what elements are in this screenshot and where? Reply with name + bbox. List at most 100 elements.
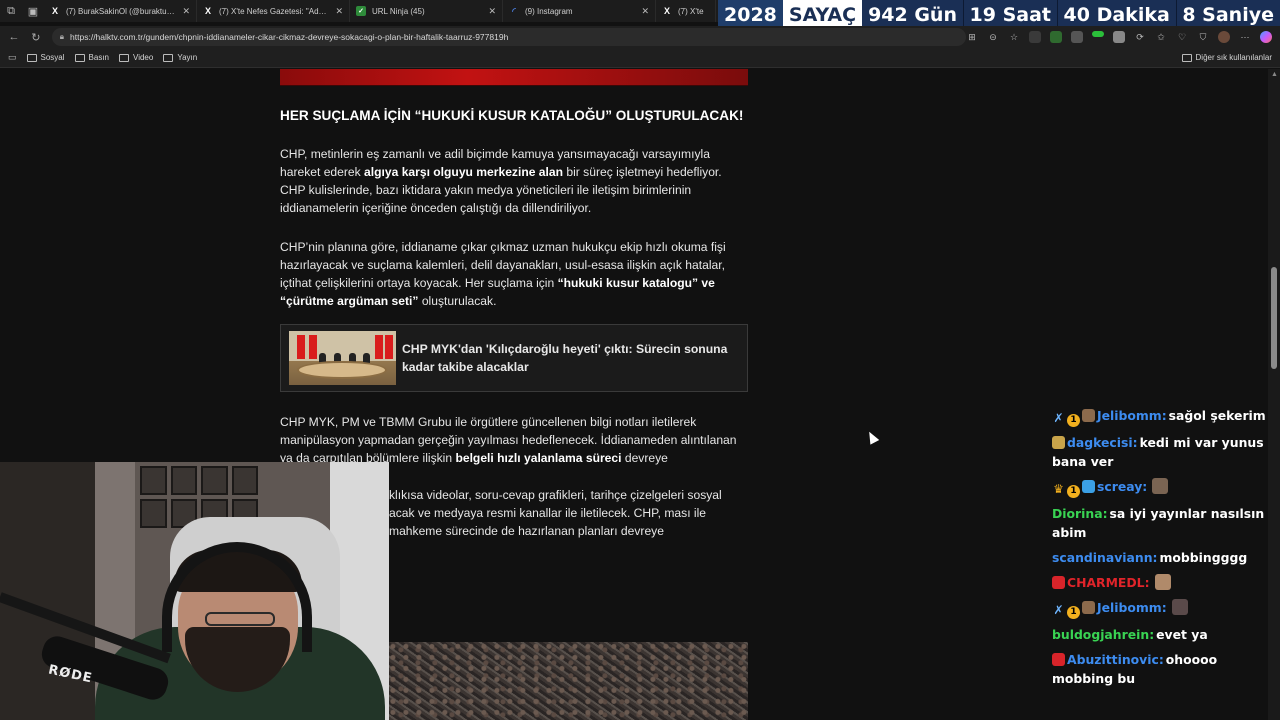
crown-badge-icon: ♛ xyxy=(1053,482,1064,496)
countdown-label: SAYAÇ xyxy=(782,0,863,29)
coin-badge-icon: 1 xyxy=(1067,485,1080,498)
chat-username: Jelibomm: xyxy=(1097,600,1167,615)
url-text[interactable]: https://halktv.com.tr/gundem/chpnin-iddi… xyxy=(70,32,508,42)
profile-avatar-icon[interactable] xyxy=(1218,31,1230,43)
tab-actions-icon[interactable]: ▣ xyxy=(22,0,44,22)
emote-icon xyxy=(1154,574,1171,590)
paragraph-text: oluşturulacak. xyxy=(418,293,497,308)
chat-message: scandinaviann: mobbingggg xyxy=(1052,548,1274,567)
chat-username: scandinaviann: xyxy=(1052,550,1158,565)
chat-message: Diorina: sa iyi yayınlar nasılsın abim xyxy=(1052,504,1274,542)
countdown-minutes: 40 Dakika xyxy=(1063,3,1170,26)
bookmark-folder-yayin[interactable]: Yayın xyxy=(163,53,197,62)
app-available-icon[interactable]: ⊞ xyxy=(966,31,978,43)
close-tab-icon[interactable]: ✕ xyxy=(488,6,496,17)
tab-x-buraksakinol[interactable]: X (7) BurakSakinOl (@buraktut_) / X ✕ xyxy=(44,0,197,22)
sword-badge-icon: ✗ xyxy=(1053,411,1064,425)
bookmark-folder-sosyal[interactable]: Sosyal xyxy=(26,53,65,62)
countdown-seconds: 8 Saniye xyxy=(1182,3,1274,26)
chat-message: Abuzittinovic: ohoooo mobbing bu xyxy=(1052,650,1274,688)
instagram-icon: ◜ xyxy=(512,5,516,16)
mouse-cursor xyxy=(864,429,880,445)
coin-badge-icon: 1 xyxy=(1067,606,1080,619)
bookmark-folder-basin[interactable]: Basın xyxy=(74,53,109,62)
emote-icon xyxy=(1152,478,1169,494)
paragraph-bold: belgeli hızlı yalanlama süreci xyxy=(455,451,622,465)
article-body: HER SUÇLAMA İÇİN “HUKUKİ KUSUR KATALOĞU”… xyxy=(280,107,748,331)
chat-message: ✗ 1 Jelibomm: sağol şekerim xyxy=(1052,406,1274,427)
section-heading: HER SUÇLAMA İÇİN “HUKUKİ KUSUR KATALOĞU”… xyxy=(280,108,744,123)
chat-username: Diorina: xyxy=(1052,506,1108,521)
webcam-overlay: RØDE xyxy=(0,462,389,720)
extension-icon[interactable] xyxy=(1071,31,1083,43)
extension-icon[interactable] xyxy=(1029,31,1041,43)
lock-icon[interactable]: 🔒︎ xyxy=(60,32,64,42)
folder-icon xyxy=(26,53,37,62)
tab-x-nefes[interactable]: X (7) X'te Nefes Gazetesi: "Adana... ✕ xyxy=(197,0,350,22)
extension-toolbar: ⊞ ⊝ ☆ ⟳ ✩ ♡ ⛉ ⋯ xyxy=(966,31,1272,43)
bookmark-label: Video xyxy=(133,53,154,62)
close-tab-icon[interactable]: ✕ xyxy=(182,6,190,17)
chat-username: dagkecisi: xyxy=(1067,435,1138,450)
tab-title: (7) X'te xyxy=(678,6,704,16)
copilot-icon[interactable] xyxy=(1260,31,1272,43)
related-article-thumbnail[interactable] xyxy=(289,331,396,385)
url-ninja-icon: ✓ xyxy=(356,6,366,16)
sword-badge-icon: ✗ xyxy=(1053,603,1064,617)
url-field[interactable]: 🔒︎ https://halktv.com.tr/gundem/chpnin-i… xyxy=(51,28,966,46)
related-article-card[interactable]: CHP MYK'dan 'Kılıçdaroğlu heyeti' çıktı:… xyxy=(280,324,748,392)
tracking-prevention-icon[interactable]: ⊝ xyxy=(987,31,999,43)
other-favorites[interactable]: Diğer sık kullanılanlar xyxy=(1181,53,1272,62)
chat-message: dagkecisi: kedi mi var yunus bana ver xyxy=(1052,433,1274,471)
more-menu-icon[interactable]: ⋯ xyxy=(1239,31,1251,43)
scroll-up-arrow-icon[interactable]: ▲ xyxy=(1271,71,1278,78)
folder-icon xyxy=(119,53,129,62)
x-logo-icon: X xyxy=(51,6,58,16)
tab-x-partial[interactable]: X (7) X'te xyxy=(656,0,716,22)
article-paragraph: CHP’nin planına göre, iddianame çıkar çı… xyxy=(280,238,748,310)
picture-badge-icon xyxy=(1082,409,1095,422)
scrollbar-thumb[interactable] xyxy=(1271,267,1277,369)
extension-icon[interactable] xyxy=(1092,31,1104,37)
address-bar: ← ↻ 🔒︎ https://halktv.com.tr/gundem/chpn… xyxy=(0,26,1280,48)
red-badge-icon xyxy=(1052,653,1065,666)
chat-text: mobbingggg xyxy=(1159,550,1248,565)
close-tab-icon[interactable]: ✕ xyxy=(641,6,649,17)
close-tab-icon[interactable]: ✕ xyxy=(335,6,343,17)
paragraph-bold: algıya karşı olguyu merkezine alan xyxy=(364,164,564,179)
favorites-icon[interactable]: ✩ xyxy=(1155,31,1167,43)
article-paragraph: CHP MYK, PM ve TBMM Grubu ile örgütlere … xyxy=(280,413,748,467)
tab-url-ninja[interactable]: ✓ URL Ninja (45) ✕ xyxy=(350,0,503,22)
chat-text: evet ya xyxy=(1156,627,1208,642)
folder-icon xyxy=(163,53,174,62)
related-article-title[interactable]: CHP MYK'dan 'Kılıçdaroğlu heyeti' çıktı:… xyxy=(402,340,739,376)
heart-icon[interactable]: ♡ xyxy=(1176,31,1188,43)
picture-badge-icon xyxy=(1052,436,1065,449)
chat-username: CHARMEDL: xyxy=(1067,575,1150,590)
folder-icon xyxy=(1181,53,1192,62)
chat-username: buldogjahrein: xyxy=(1052,627,1155,642)
bookmark-folder-video[interactable]: Video xyxy=(119,53,153,62)
refresh-icon[interactable]: ↻ xyxy=(28,29,44,45)
workspaces-icon[interactable]: ⧉ xyxy=(0,0,22,22)
favorite-star-icon[interactable]: ☆ xyxy=(1008,31,1020,43)
cube-badge-icon xyxy=(1082,480,1095,493)
extension-icon[interactable] xyxy=(1113,31,1125,43)
bookmarks-bar: ▭ Sosyal Basın Video Yayın Diğer sık kul… xyxy=(0,48,1280,68)
countdown-banner: 2028 SAYAÇ 942 Gün 19 Saat 40 Dakika 8 S… xyxy=(718,0,1280,29)
countdown-days: 942 Gün xyxy=(868,3,957,26)
coin-badge-icon: 1 xyxy=(1067,414,1080,427)
folder-icon xyxy=(74,53,85,62)
back-icon[interactable]: ← xyxy=(6,29,22,45)
shield-icon[interactable]: ⛉ xyxy=(1197,31,1209,43)
countdown-year: 2028 xyxy=(718,0,783,29)
tab-title: (7) X'te Nefes Gazetesi: "Adana... xyxy=(219,6,330,16)
tab-title: (9) Instagram xyxy=(525,6,573,16)
extensions-puzzle-icon[interactable]: ⟳ xyxy=(1134,31,1146,43)
tab-instagram[interactable]: ◜ (9) Instagram ✕ xyxy=(503,0,656,22)
article-paragraph: CHP, metinlerin eş zamanlı ve adil biçim… xyxy=(280,145,748,217)
bookmark-reading-icon[interactable]: ▭ xyxy=(8,52,17,63)
emote-icon xyxy=(1171,599,1188,615)
chat-message: CHARMEDL: xyxy=(1052,573,1274,592)
extension-icon[interactable] xyxy=(1050,31,1062,43)
